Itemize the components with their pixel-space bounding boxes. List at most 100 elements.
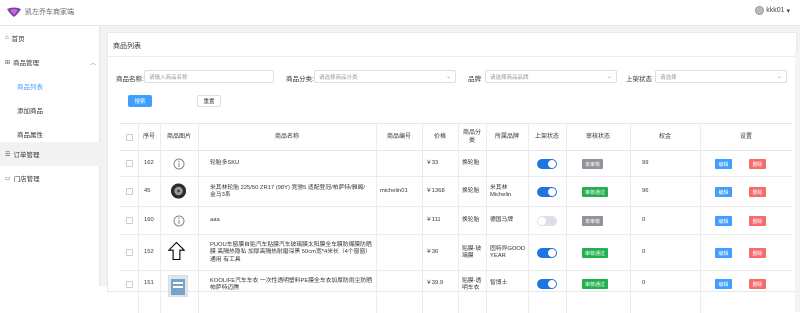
select-all-checkbox[interactable] [126,134,133,141]
row-brand: 智博士 [490,280,508,287]
table-row: 160 aaa ￥111 换轮胎 德国马牌 未审核 0 编辑 删除 [120,207,792,235]
sidebar-item-label: 添加商品 [17,108,43,115]
chevron-down-icon: ⌄ [606,74,612,80]
store-icon: ▭ [5,175,11,182]
status-toggle[interactable] [537,159,557,169]
row-name: 米其林轮胎 225/50 ZR17 (98Y) 竞驰5 适配登冠/帕萨特/雅阁/… [210,184,365,199]
status-toggle[interactable] [537,187,557,197]
chevron-up-icon: ︿ [89,60,96,67]
row-quan: 99 [642,160,649,167]
edit-button[interactable]: 编辑 [715,187,732,197]
category-filter-select[interactable]: 请选择商品分类 ⌄ [314,70,456,83]
search-button[interactable]: 搜索 [128,95,152,107]
arrow-up-icon [168,241,185,260]
sidebar-item-label: 门店管理 [13,176,40,183]
brand-logo-icon [7,7,21,17]
delete-button[interactable]: 删除 [749,248,766,258]
audit-badge: 审核通过 [582,248,609,258]
row-checkbox[interactable] [126,281,133,288]
info-circle-icon [170,155,187,172]
goods-list-panel: 商品列表 商品名称: 请输入商品名称 商品分类: 请选择商品分类 ⌄ 品牌 请选… [107,32,798,313]
row-price: ￥39.9 [426,280,444,287]
row-checkbox[interactable] [126,217,133,224]
name-filter-input[interactable]: 请输入商品名称 [144,70,274,83]
audit-badge: 审核通过 [582,187,609,197]
goods-table: 序号 商品图片 商品名称 商品编号 价格 商品分类 所属品牌 上架状态 审核状态… [120,123,792,313]
edit-button[interactable]: 编辑 [715,216,732,226]
edit-button[interactable]: 编辑 [715,159,732,169]
column-header: 商品编号 [386,134,411,140]
row-price: ￥111 [426,217,441,224]
row-id: 151 [144,280,154,287]
row-id: 162 [144,160,154,167]
order-icon: ☰ [5,151,11,158]
column-header: 价格 [433,134,446,140]
sidebar-item-label: 商品属性 [17,132,43,139]
sidebar-item-label: 商品列表 [17,84,43,91]
row-checkbox[interactable] [126,249,133,256]
scrollbar[interactable] [795,52,800,312]
audit-badge: 未审核 [582,159,604,169]
page-title: 商品列表 [113,43,141,50]
reset-button[interactable]: 重置 [197,95,221,107]
chevron-down-icon: ▾ [786,7,790,15]
column-header: 所属品牌 [494,134,519,140]
row-brand: 米其林Michelin [490,184,512,199]
row-id: 152 [144,249,154,256]
delete-button[interactable]: 删除 [749,187,766,197]
row-price: ￥33 [426,160,439,167]
sidebar-item-home[interactable]: ⌂ 首页 [0,26,100,50]
status-filter-select[interactable]: 请选择 ⌄ [655,70,787,83]
status-toggle[interactable] [537,279,557,289]
column-header: 设置 [739,134,752,140]
brand-filter-select[interactable]: 请选择商品品牌 ⌄ [485,70,617,83]
delete-button[interactable]: 删除 [749,279,766,289]
column-header: 上架状态 [534,134,559,140]
sidebar-item-goods-list[interactable]: 商品列表 [0,74,100,98]
column-header: 商品分类 [463,130,482,144]
row-name: 轮胎多SKU [210,160,240,167]
category-filter-label: 商品分类: [286,76,314,83]
column-header: 商品图片 [166,134,191,140]
row-price: ￥36 [426,249,439,256]
row-category: 换轮胎 [462,160,480,167]
row-name: KOOLIFE汽车车衣 一次性透明塑料PE膜全车衣加厚防雨尘防晒 帕萨特迈腾 [210,277,373,292]
edit-button[interactable]: 编辑 [715,248,732,258]
sidebar-item-label: 订单管理 [13,152,40,159]
avatar [755,6,765,15]
row-category: 换轮胎 [462,217,480,224]
row-quan: 0 [642,217,646,224]
row-quan: 0 [642,280,646,287]
sidebar-item-goods[interactable]: ⊞ 商品管理 ︿ [0,50,100,74]
sidebar-item-stores[interactable]: ▭ 门店管理 [0,166,100,190]
row-checkbox[interactable] [126,188,133,195]
row-checkbox[interactable] [126,160,133,167]
sidebar-item-label: 商品管理 [13,60,40,67]
delete-button[interactable]: 删除 [749,159,766,169]
row-id: 45 [144,188,151,195]
row-name: aaa [210,217,220,224]
column-header: 审核状态 [585,134,610,140]
status-toggle[interactable] [537,248,557,258]
row-brand: 固特异GOOD YEAR [490,245,526,260]
name-filter-label: 商品名称: [116,76,144,83]
audit-badge: 未审核 [582,216,604,226]
divider [108,56,798,57]
table-row: 151 KOOLIFE汽车车衣 一次性透明塑料PE膜全车衣加厚防雨尘防晒 帕萨特… [120,271,792,303]
row-price: ￥1368 [426,188,445,195]
status-toggle[interactable] [537,216,557,226]
username: kkk01 [766,7,785,14]
info-circle-icon [170,212,187,229]
edit-button[interactable]: 编辑 [715,279,732,289]
delete-button[interactable]: 删除 [749,216,766,226]
sidebar-item-orders[interactable]: ☰ 订单管理 [0,142,100,166]
chevron-down-icon: ⌄ [445,74,451,80]
row-id: 160 [144,217,154,224]
table-row: 45 米其林轮胎 225/50 ZR17 (98Y) 竞驰5 适配登冠/帕萨特/… [120,177,792,207]
tire-icon [170,182,187,199]
sidebar-item-label: 首页 [11,36,25,43]
status-filter-label: 上架状态 [626,76,652,83]
main-content: 商品列表 商品名称: 请输入商品名称 商品分类: 请选择商品分类 ⌄ 品牌 请选… [100,26,800,313]
sidebar-item-add-goods[interactable]: 添加商品 [0,98,100,122]
user-menu[interactable]: kkk01 ▾ [755,6,790,15]
